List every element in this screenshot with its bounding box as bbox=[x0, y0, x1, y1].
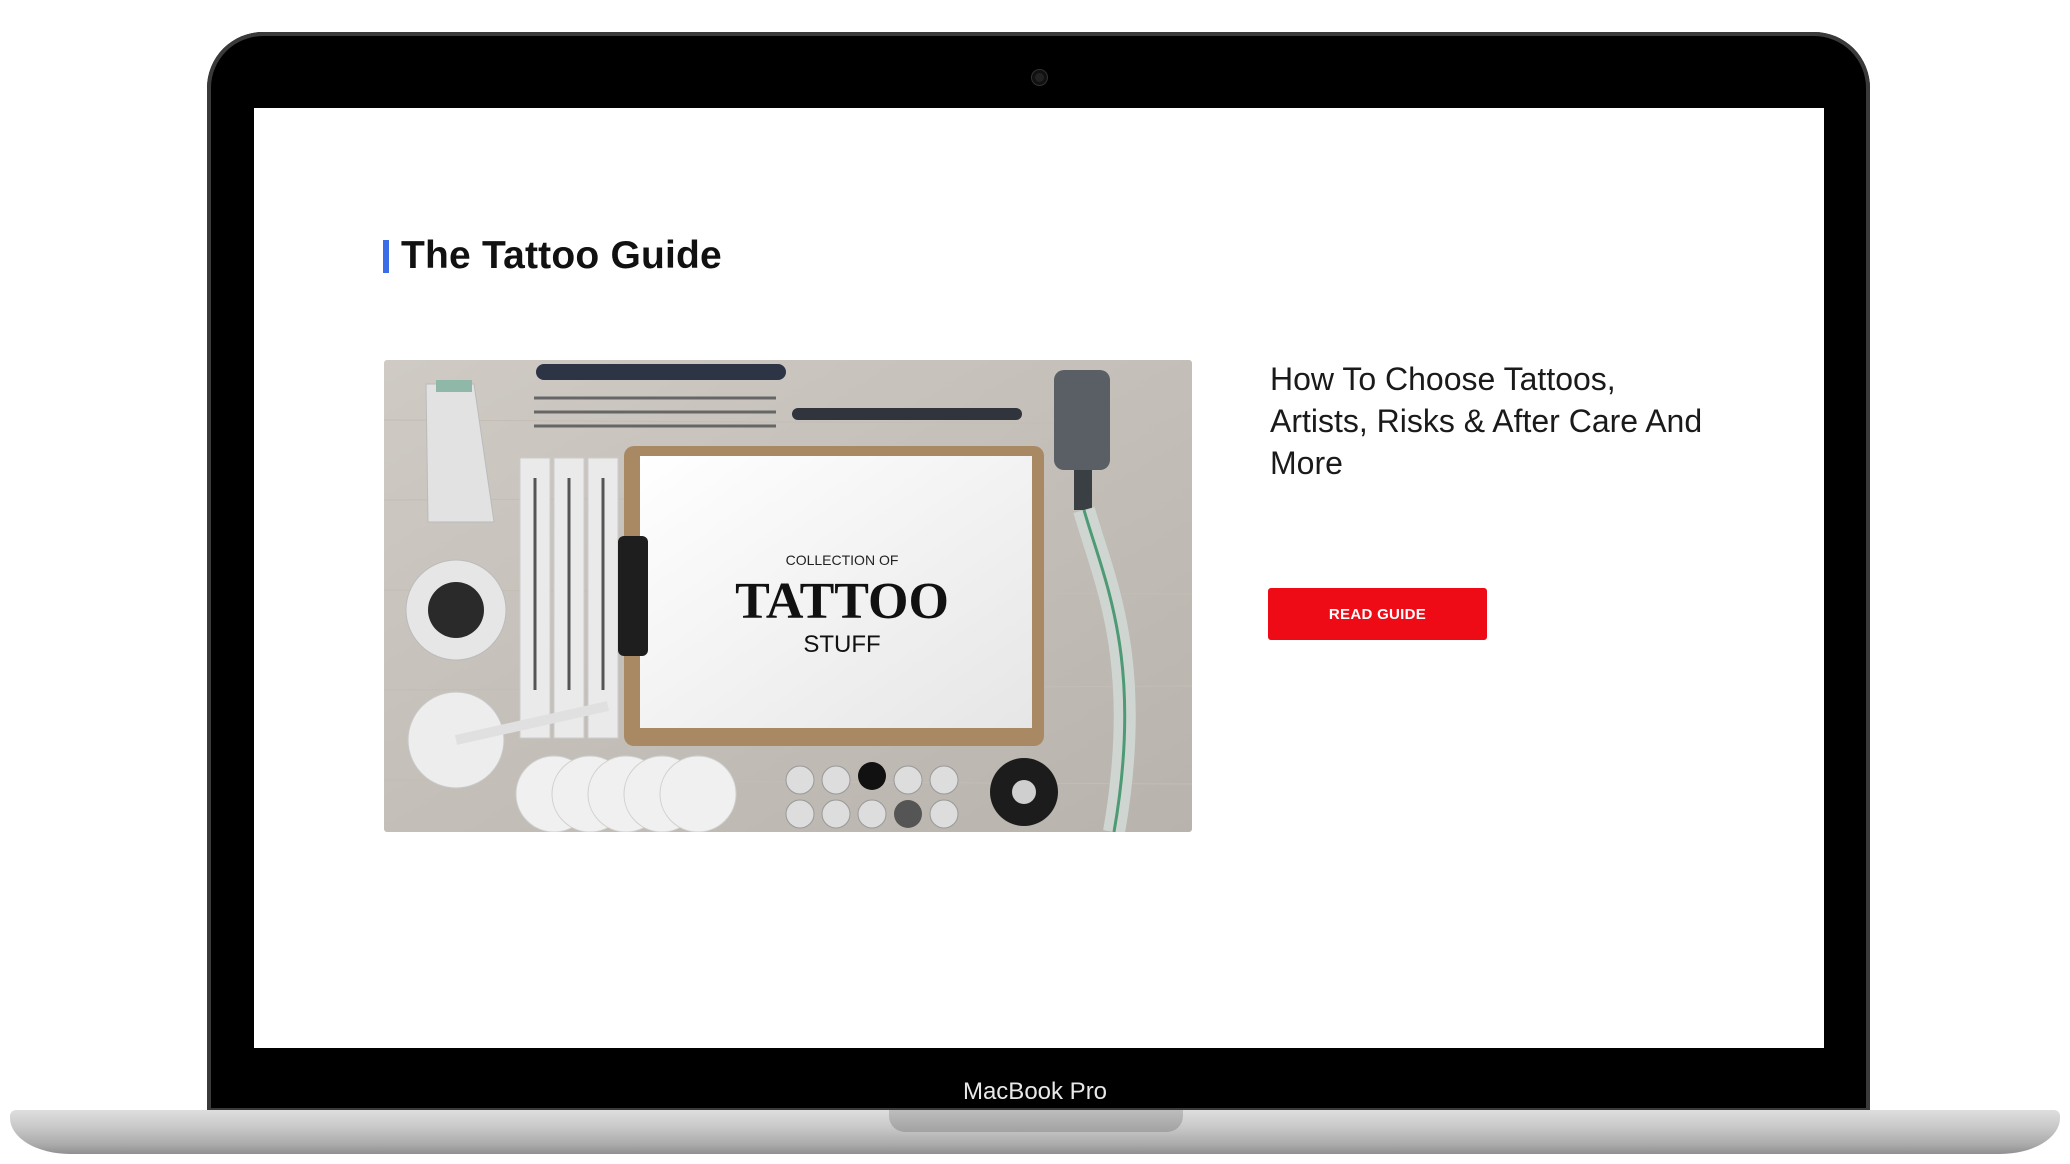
caption-top: COLLECTION OF bbox=[786, 552, 899, 568]
camera-icon bbox=[1032, 70, 1047, 85]
browser-viewport: The Tattoo Guide COLLECTION OF TATTOO ST… bbox=[254, 108, 1824, 1048]
section-title: The Tattoo Guide bbox=[401, 234, 722, 277]
section-heading: The Tattoo Guide bbox=[383, 234, 722, 277]
device-model-label: MacBook Pro bbox=[962, 1078, 1108, 1105]
laptop-notch bbox=[889, 1110, 1183, 1132]
caption-main: TATTOO bbox=[735, 573, 949, 630]
read-guide-button[interactable]: READ GUIDE bbox=[1268, 588, 1487, 640]
pen-shape bbox=[536, 364, 786, 380]
tattoo-supplies-image[interactable]: COLLECTION OF TATTOO STUFF bbox=[384, 360, 1192, 832]
caption-bottom: STUFF bbox=[803, 631, 880, 658]
guide-title: How To Choose Tattoos, Artists, Risks & … bbox=[1270, 361, 1703, 481]
heading-accent-bar bbox=[383, 239, 389, 273]
